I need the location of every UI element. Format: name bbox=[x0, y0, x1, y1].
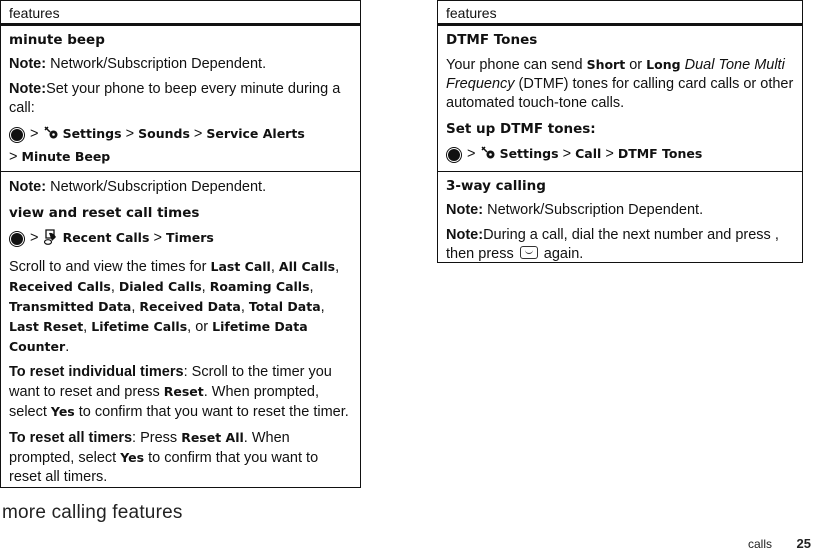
menu-path: > Recent Calls > Timers bbox=[9, 228, 352, 251]
timers-list: Scroll to and view the times for Last Ca… bbox=[9, 259, 340, 355]
section-title: DTMF Tones bbox=[446, 32, 538, 48]
note: Note: Network/Subscription Dependent. bbox=[446, 202, 704, 218]
section-title: minute beep bbox=[9, 32, 105, 48]
settings-icon bbox=[480, 145, 496, 167]
footer-section-name: calls bbox=[747, 537, 772, 551]
settings-icon bbox=[43, 125, 59, 147]
minute-beep-section: minute beep Note: Network/Subscription D… bbox=[1, 26, 360, 167]
right-column: features DTMF Tones Your phone can send … bbox=[437, 0, 803, 263]
menu-path: > Settings > Sounds > Service Alerts > M… bbox=[9, 125, 305, 165]
three-way-section: 3-way calling Note: Network/Subscription… bbox=[438, 171, 802, 264]
dtmf-description: Your phone can send Short or Long Dual T… bbox=[446, 57, 794, 111]
nav-key-icon bbox=[11, 129, 23, 141]
menu-path: > Settings > Call > DTMF Tones bbox=[446, 144, 794, 167]
recent-calls-icon bbox=[43, 229, 59, 251]
page-title: more calling features bbox=[2, 502, 183, 523]
call-times-section: Note: Network/Subscription Dependent. vi… bbox=[1, 171, 360, 487]
note: Note:During a call, dial the next number… bbox=[446, 227, 779, 262]
nav-key-icon bbox=[11, 233, 23, 245]
page-number: 25 bbox=[796, 536, 811, 551]
end-key-icon bbox=[519, 246, 538, 259]
column-header: features bbox=[1, 1, 360, 26]
nav-key-icon bbox=[448, 149, 460, 161]
section-title: view and reset call times bbox=[9, 205, 200, 221]
reset-all-instructions: To reset all timers: Press Reset All. Wh… bbox=[9, 430, 319, 485]
setup-title: Set up DTMF tones: bbox=[446, 121, 596, 137]
note: Note: Network/Subscription Dependent. bbox=[9, 179, 267, 195]
left-column: features minute beep Note: Network/Subsc… bbox=[0, 0, 361, 488]
note: Note:Set your phone to beep every minute… bbox=[9, 81, 341, 116]
reset-individual-instructions: To reset individual timers: Scroll to th… bbox=[9, 364, 349, 420]
dtmf-section: DTMF Tones Your phone can send Short or … bbox=[438, 26, 802, 167]
note: Note: Network/Subscription Dependent. bbox=[9, 56, 267, 72]
section-title: 3-way calling bbox=[446, 178, 546, 194]
column-header: features bbox=[438, 1, 802, 26]
